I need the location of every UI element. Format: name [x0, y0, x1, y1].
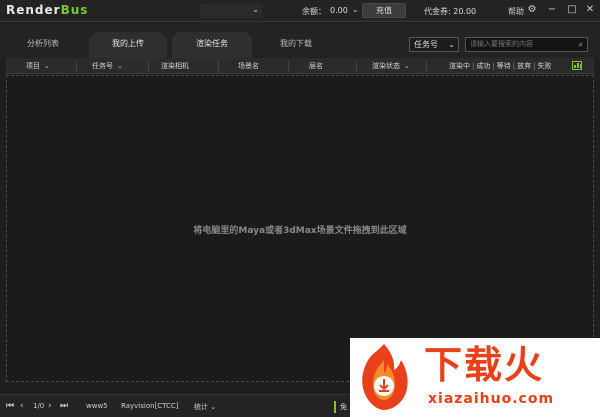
- column-divider: [76, 60, 77, 72]
- flame-download-icon: [362, 344, 408, 410]
- task-table-header: 项目 ⌄ 任务号 ⌄ 渲染相机 场景名 层名 渲染状态 ⌄ 渲染中 | 成功 | 等待 | 放弃 |…: [6, 58, 594, 74]
- close-icon[interactable]: ✕: [584, 4, 596, 16]
- file-drop-area[interactable]: 将电脑里的Maya或者3dMax场景文件拖拽到此区域: [6, 75, 594, 382]
- chevron-down-icon: ⌄: [252, 5, 259, 14]
- tabs-bar: 分析列表 我的上传 渲染任务 我的下载 任务号 ⌄ 请输入要搜索的内容 ⌕: [0, 23, 600, 58]
- column-divider: [356, 60, 357, 72]
- balance-label: 余额：: [302, 7, 326, 16]
- search-icon[interactable]: ⌕: [579, 38, 583, 51]
- chevron-down-icon: ⌄: [404, 62, 410, 70]
- column-divider: [218, 60, 219, 72]
- maximize-icon[interactable]: □: [566, 4, 578, 16]
- title-bar: RenderBus ⌄ 余额： 0.00 ⌄ 充值 代金券: 20.00 帮助 …: [0, 0, 600, 22]
- column-project[interactable]: 项目 ⌄: [26, 58, 50, 74]
- chevron-down-icon: ⌄: [44, 62, 50, 70]
- column-divider: [288, 60, 289, 72]
- stats-dropdown[interactable]: 统计 ⌄: [194, 402, 216, 412]
- help-link[interactable]: 帮助: [508, 6, 524, 17]
- column-scene-name[interactable]: 场景名: [238, 58, 259, 74]
- project-select[interactable]: ⌄: [200, 4, 262, 18]
- status-filter-waiting[interactable]: 等待: [497, 62, 511, 70]
- gear-icon[interactable]: ⚙: [526, 4, 538, 16]
- column-render-status[interactable]: 渲染状态 ⌄: [372, 58, 410, 74]
- tab-analysis-list[interactable]: 分析列表: [10, 32, 76, 58]
- next-page-icon[interactable]: ›: [48, 400, 52, 412]
- platform-label[interactable]: www5: [86, 402, 108, 410]
- search-input[interactable]: 请输入要搜索的内容 ⌕: [465, 37, 588, 52]
- search-field-select[interactable]: 任务号 ⌄: [409, 37, 459, 52]
- column-layer-name[interactable]: 层名: [309, 58, 323, 74]
- coupon-balance: 代金券: 20.00: [424, 7, 477, 16]
- minimize-icon[interactable]: −: [546, 4, 558, 16]
- status-filter-abandoned[interactable]: 放弃: [517, 62, 531, 70]
- column-divider: [148, 60, 149, 72]
- tab-my-uploads[interactable]: 我的上传: [89, 32, 167, 58]
- status-filter-failed[interactable]: 失败: [537, 62, 551, 70]
- status-filter-rendering[interactable]: 渲染中: [449, 62, 470, 70]
- column-divider: [426, 60, 427, 72]
- watermark-logo: 下载火 xiazaihuo.com: [350, 338, 600, 417]
- column-task-id[interactable]: 任务号 ⌄: [92, 58, 123, 74]
- prev-page-icon[interactable]: ‹: [20, 400, 24, 412]
- tab-render-tasks[interactable]: 渲染任务: [172, 32, 252, 58]
- watermark-url: xiazaihuo.com: [428, 391, 555, 407]
- chevron-down-icon: ⌄: [210, 403, 217, 411]
- balance-chevron-icon[interactable]: ⌄: [352, 5, 359, 14]
- page-info: 1/0: [33, 402, 45, 410]
- balance-value: 0.00: [330, 6, 348, 15]
- drop-hint: 将电脑里的Maya或者3dMax场景文件拖拽到此区域: [193, 226, 407, 236]
- recharge-button[interactable]: 充值: [362, 3, 406, 18]
- status-filter-success[interactable]: 成功: [476, 62, 490, 70]
- status-filters: 渲染中 | 成功 | 等待 | 放弃 | 失败: [449, 62, 552, 70]
- first-page-icon[interactable]: ⏮: [6, 400, 14, 412]
- app-logo: RenderBus: [6, 3, 89, 17]
- chart-icon[interactable]: [572, 61, 582, 70]
- last-page-icon[interactable]: ⏭: [60, 400, 68, 412]
- tab-my-downloads[interactable]: 我的下载: [258, 32, 334, 58]
- free-label: 免: [334, 401, 347, 413]
- chevron-down-icon: ⌄: [117, 62, 123, 70]
- chevron-down-icon: ⌄: [448, 40, 455, 49]
- watermark-title: 下载火: [424, 343, 545, 387]
- column-render-camera[interactable]: 渲染相机: [161, 58, 189, 74]
- server-label[interactable]: Rayvision[CTCC]: [121, 402, 179, 410]
